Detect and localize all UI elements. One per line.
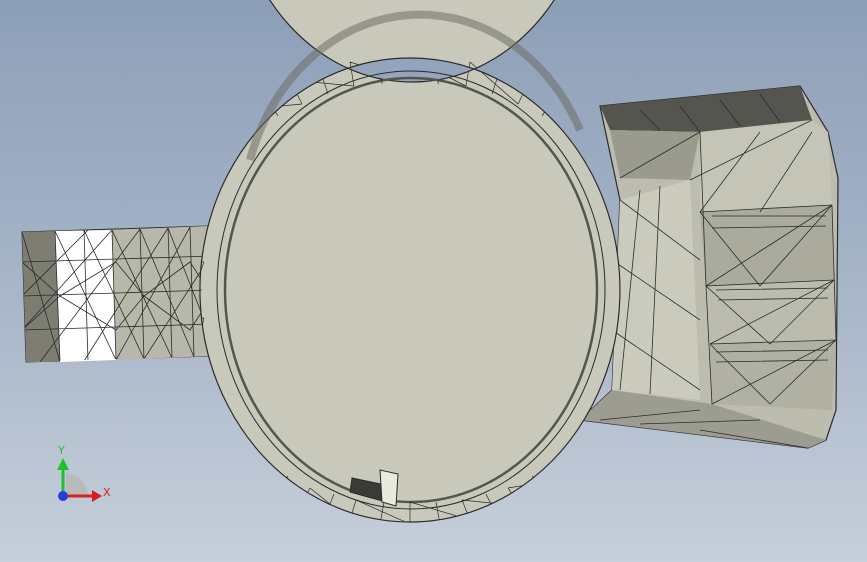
graphics-viewport[interactable]: Y X — [0, 0, 867, 562]
axis-triad-icon — [57, 458, 102, 502]
y-axis-label: Y — [58, 444, 65, 457]
left-tab — [21, 225, 213, 363]
x-axis-label: X — [103, 486, 111, 499]
ring — [199, 0, 621, 523]
meshed-ring-part-icon[interactable] — [0, 0, 867, 562]
